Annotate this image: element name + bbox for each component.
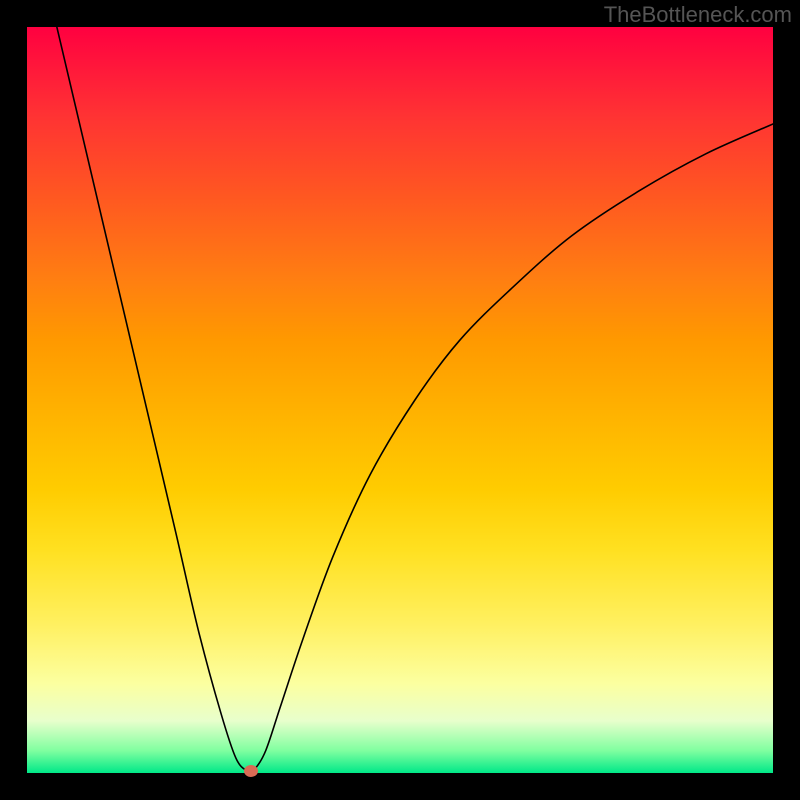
optimum-marker — [244, 765, 258, 777]
curve-svg — [27, 27, 773, 773]
watermark-text: TheBottleneck.com — [604, 2, 792, 28]
plot-area — [27, 27, 773, 773]
bottleneck-curve — [57, 27, 773, 772]
